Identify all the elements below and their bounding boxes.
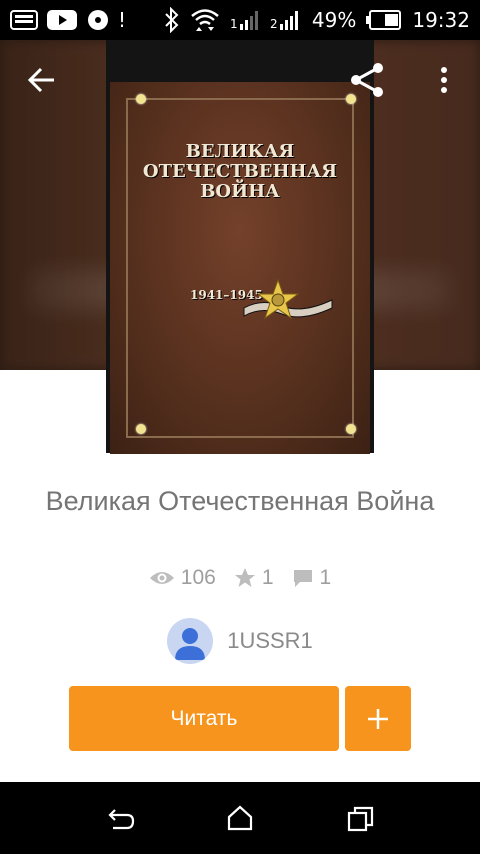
book-title: Великая Отечественная Война <box>45 486 435 516</box>
cover-title-line: ВОЙНА <box>200 181 280 202</box>
signal2-icon: 2 <box>270 11 298 31</box>
avatar[interactable] <box>167 618 214 664</box>
screen-icon <box>10 10 38 30</box>
user-icon <box>175 628 206 660</box>
views-stat: 106 <box>149 566 216 590</box>
battery-icon <box>366 10 402 30</box>
order-emblem-icon <box>243 278 333 320</box>
stars-stat: 1 <box>234 566 274 590</box>
eye-icon <box>149 572 174 584</box>
cover-stud <box>136 424 146 434</box>
svg-text:2: 2 <box>270 17 278 31</box>
status-bar: ! 1 2 49% 19:32 <box>0 0 480 40</box>
cover-stud <box>346 424 356 434</box>
book-stats: 106 1 1 <box>0 566 480 590</box>
author-row[interactable]: 1USSR1 <box>0 618 480 664</box>
svg-text:1: 1 <box>230 17 238 31</box>
views-count: 106 <box>180 566 216 589</box>
cover-title: ВЕЛИКАЯ ОТЕЧЕСТВЕННАЯ ВОЙНА <box>110 142 370 202</box>
stars-count: 1 <box>261 566 274 589</box>
clock: 19:32 <box>412 8 470 32</box>
comment-icon <box>293 570 312 587</box>
bluetooth-icon <box>165 7 179 33</box>
battery-percent: 49% <box>311 8 357 32</box>
add-to-library-button[interactable] <box>345 686 411 751</box>
recent-apps-nav-icon[interactable] <box>347 805 375 833</box>
notification-mark: ! <box>118 8 127 32</box>
plus-icon <box>368 708 388 729</box>
back-button[interactable] <box>26 64 58 96</box>
comments-stat: 1 <box>292 566 332 590</box>
cover-title-line: ОТЕЧЕСТВЕННАЯ <box>142 161 338 182</box>
signal1-icon: 1 <box>230 11 258 31</box>
navigation-bar <box>0 782 480 854</box>
author-name[interactable]: 1USSR1 <box>227 628 313 654</box>
comments-count: 1 <box>319 566 332 589</box>
star-icon <box>234 568 255 587</box>
cover-art: ВЕЛИКАЯ ОТЕЧЕСТВЕННАЯ ВОЙНА 1941–1945 <box>110 82 370 454</box>
home-nav-icon[interactable] <box>227 805 253 831</box>
read-button[interactable]: Читать <box>69 686 339 751</box>
more-options-button[interactable] <box>432 64 456 96</box>
share-button[interactable] <box>346 60 386 100</box>
wifi-icon <box>191 9 219 31</box>
cover-title-line: ВЕЛИКАЯ <box>185 141 295 162</box>
youtube-icon <box>47 10 77 30</box>
back-nav-icon[interactable] <box>107 806 135 832</box>
media-icon <box>88 10 108 30</box>
cover-stud <box>136 94 146 104</box>
book-cover[interactable]: ВЕЛИКАЯ ОТЕЧЕСТВЕННАЯ ВОЙНА 1941–1945 <box>106 40 374 454</box>
